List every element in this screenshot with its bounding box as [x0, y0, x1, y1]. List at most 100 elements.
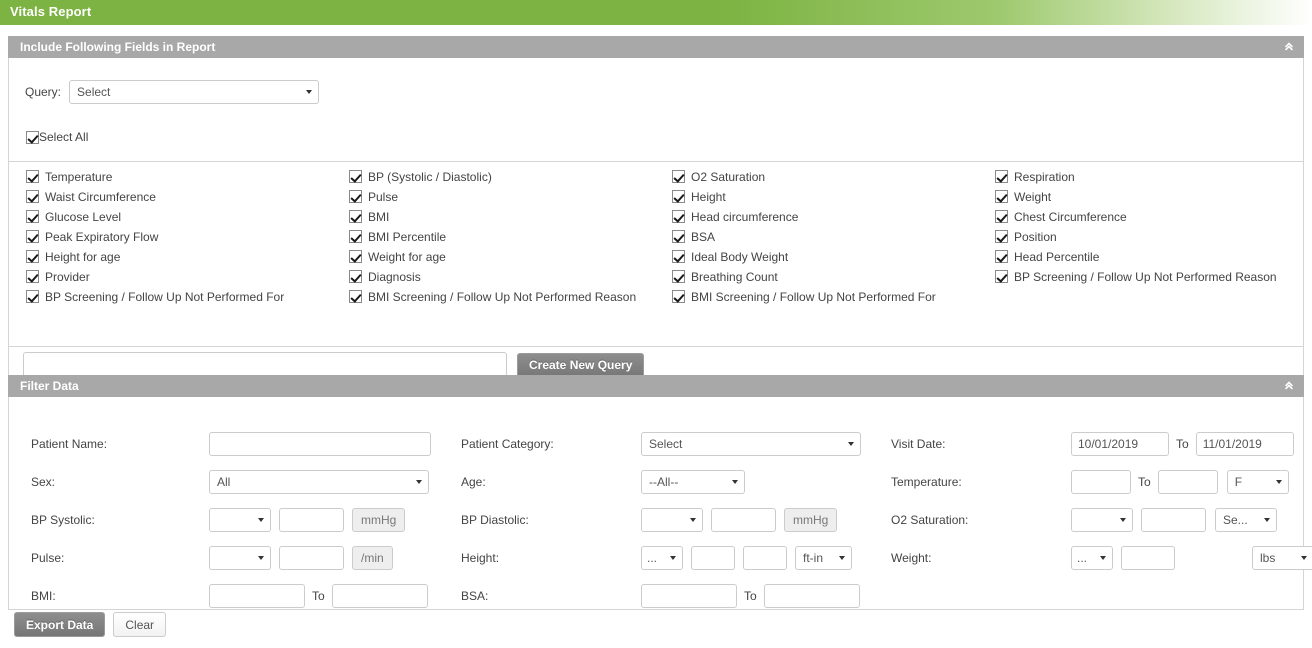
field-checkbox-item[interactable]: BMI Screening / Follow Up Not Performed …	[672, 290, 992, 304]
bp-diastolic-value-input[interactable]	[711, 508, 776, 532]
field-checkbox-item[interactable]: Ideal Body Weight	[672, 250, 992, 264]
field-checkbox-item[interactable]: Waist Circumference	[26, 190, 346, 204]
field-checkbox-item[interactable]: BP (Systolic / Diastolic)	[349, 170, 669, 184]
field-checkbox[interactable]	[26, 250, 39, 263]
temperature-label-group: Temperature:	[891, 470, 962, 494]
patient-category-select[interactable]: Select	[641, 432, 861, 456]
height-inches-input[interactable]	[743, 546, 787, 570]
patient-name-control	[209, 432, 431, 456]
field-checkbox-item[interactable]: Head Percentile	[995, 250, 1305, 264]
field-checkbox[interactable]	[349, 170, 362, 183]
field-checkbox-item[interactable]: Provider	[26, 270, 346, 284]
field-checkbox[interactable]	[672, 210, 685, 223]
field-checkbox[interactable]	[995, 170, 1008, 183]
weight-operator-select[interactable]: ...	[1071, 546, 1113, 570]
bsa-to-input[interactable]	[763, 584, 860, 608]
field-checkbox-item[interactable]: Diagnosis	[349, 270, 669, 284]
age-label: Age:	[461, 475, 486, 489]
pulse-control: /min	[209, 546, 393, 570]
visit-date-to-input[interactable]	[1195, 432, 1294, 456]
field-checkbox-item[interactable]: BMI	[349, 210, 669, 224]
field-checkbox-item[interactable]: Height for age	[26, 250, 346, 264]
bmi-to-input[interactable]	[331, 584, 428, 608]
temperature-to-input[interactable]	[1157, 470, 1218, 494]
field-checkbox-item[interactable]: Respiration	[995, 170, 1305, 184]
field-checkbox[interactable]	[349, 270, 362, 283]
field-checkbox[interactable]	[995, 190, 1008, 203]
field-checkbox[interactable]	[349, 250, 362, 263]
field-checkbox[interactable]	[26, 230, 39, 243]
temperature-from-input[interactable]	[1071, 470, 1131, 494]
field-checkbox[interactable]	[672, 250, 685, 263]
create-new-query-button[interactable]: Create New Query	[517, 352, 645, 378]
field-checkbox[interactable]	[26, 170, 39, 183]
query-select[interactable]: Select	[69, 80, 320, 104]
field-checkbox-item[interactable]: Position	[995, 230, 1305, 244]
field-checkbox-item[interactable]: Peak Expiratory Flow	[26, 230, 346, 244]
height-feet-input[interactable]	[691, 546, 735, 570]
field-checkbox-item[interactable]: Temperature	[26, 170, 346, 184]
field-checkbox[interactable]	[995, 250, 1008, 263]
field-checkbox-item[interactable]: BMI Percentile	[349, 230, 669, 244]
height-unit-select[interactable]: ft-in	[795, 546, 852, 570]
field-checkbox-item[interactable]: Head circumference	[672, 210, 992, 224]
field-checkbox[interactable]	[672, 290, 685, 303]
height-operator-select[interactable]: ...	[641, 546, 683, 570]
o2-saturation-operator-select[interactable]	[1071, 508, 1133, 532]
select-all-checkbox[interactable]	[26, 130, 39, 144]
field-checkbox-item[interactable]: Height	[672, 190, 992, 204]
chevron-down-icon	[1120, 518, 1126, 522]
field-checkbox[interactable]	[672, 230, 685, 243]
field-checkbox[interactable]	[995, 210, 1008, 223]
chevron-up-icon[interactable]	[1282, 379, 1296, 393]
bmi-from-input[interactable]	[209, 584, 305, 608]
visit-date-from-input[interactable]	[1071, 432, 1169, 456]
field-checkbox-item[interactable]: BSA	[672, 230, 992, 244]
visit-date-label-group: Visit Date:	[891, 432, 945, 456]
field-checkbox[interactable]	[995, 230, 1008, 243]
field-checkbox-item[interactable]: Pulse	[349, 190, 669, 204]
field-checkbox[interactable]	[672, 190, 685, 203]
bp-diastolic-operator-select[interactable]	[641, 508, 703, 532]
pulse-operator-select[interactable]	[209, 546, 271, 570]
o2-saturation-value-input[interactable]	[1141, 508, 1206, 532]
field-checkbox[interactable]	[995, 270, 1008, 283]
field-checkbox[interactable]	[26, 270, 39, 283]
field-checkbox-item[interactable]: Weight for age	[349, 250, 669, 264]
field-checkbox[interactable]	[349, 290, 362, 303]
field-checkbox-item[interactable]: Breathing Count	[672, 270, 992, 284]
field-checkbox[interactable]	[349, 210, 362, 223]
field-checkbox[interactable]	[672, 170, 685, 183]
pulse-value-input[interactable]	[279, 546, 344, 570]
temperature-unit-select[interactable]: F	[1226, 470, 1289, 494]
weight-control: ... lbs	[1071, 546, 1312, 570]
bsa-from-input[interactable]	[641, 584, 737, 608]
weight-unit-select[interactable]: lbs	[1252, 546, 1312, 570]
field-checkbox-item[interactable]: O2 Saturation	[672, 170, 992, 184]
o2-saturation-unit-select[interactable]: Se...	[1215, 508, 1277, 532]
field-checkbox-item[interactable]: BMI Screening / Follow Up Not Performed …	[349, 290, 669, 304]
field-checkbox-item[interactable]: Weight	[995, 190, 1305, 204]
select-all-row[interactable]: Select All	[26, 130, 88, 144]
field-checkbox-item[interactable]: Glucose Level	[26, 210, 346, 224]
patient-name-input[interactable]	[209, 432, 431, 456]
field-checkbox[interactable]	[26, 190, 39, 203]
field-checkbox-item[interactable]: BP Screening / Follow Up Not Performed F…	[26, 290, 346, 304]
bp-systolic-operator-select[interactable]	[209, 508, 271, 532]
bp-systolic-value-input[interactable]	[279, 508, 344, 532]
field-checkbox[interactable]	[672, 270, 685, 283]
sex-select[interactable]: All	[209, 470, 429, 494]
field-checkbox[interactable]	[349, 230, 362, 243]
age-select[interactable]: --All--	[641, 470, 745, 494]
field-checkbox-item[interactable]: Chest Circumference	[995, 210, 1305, 224]
chevron-down-icon	[258, 518, 264, 522]
field-checkbox[interactable]	[349, 190, 362, 203]
weight-value-input[interactable]	[1121, 546, 1175, 570]
clear-button[interactable]: Clear	[113, 612, 167, 637]
bsa-to-separator: To	[744, 589, 757, 603]
export-data-button[interactable]: Export Data	[14, 612, 106, 637]
chevron-up-icon[interactable]	[1282, 40, 1296, 54]
field-checkbox[interactable]	[26, 290, 39, 303]
field-checkbox[interactable]	[26, 210, 39, 223]
field-checkbox-item[interactable]: BP Screening / Follow Up Not Performed R…	[995, 270, 1305, 284]
